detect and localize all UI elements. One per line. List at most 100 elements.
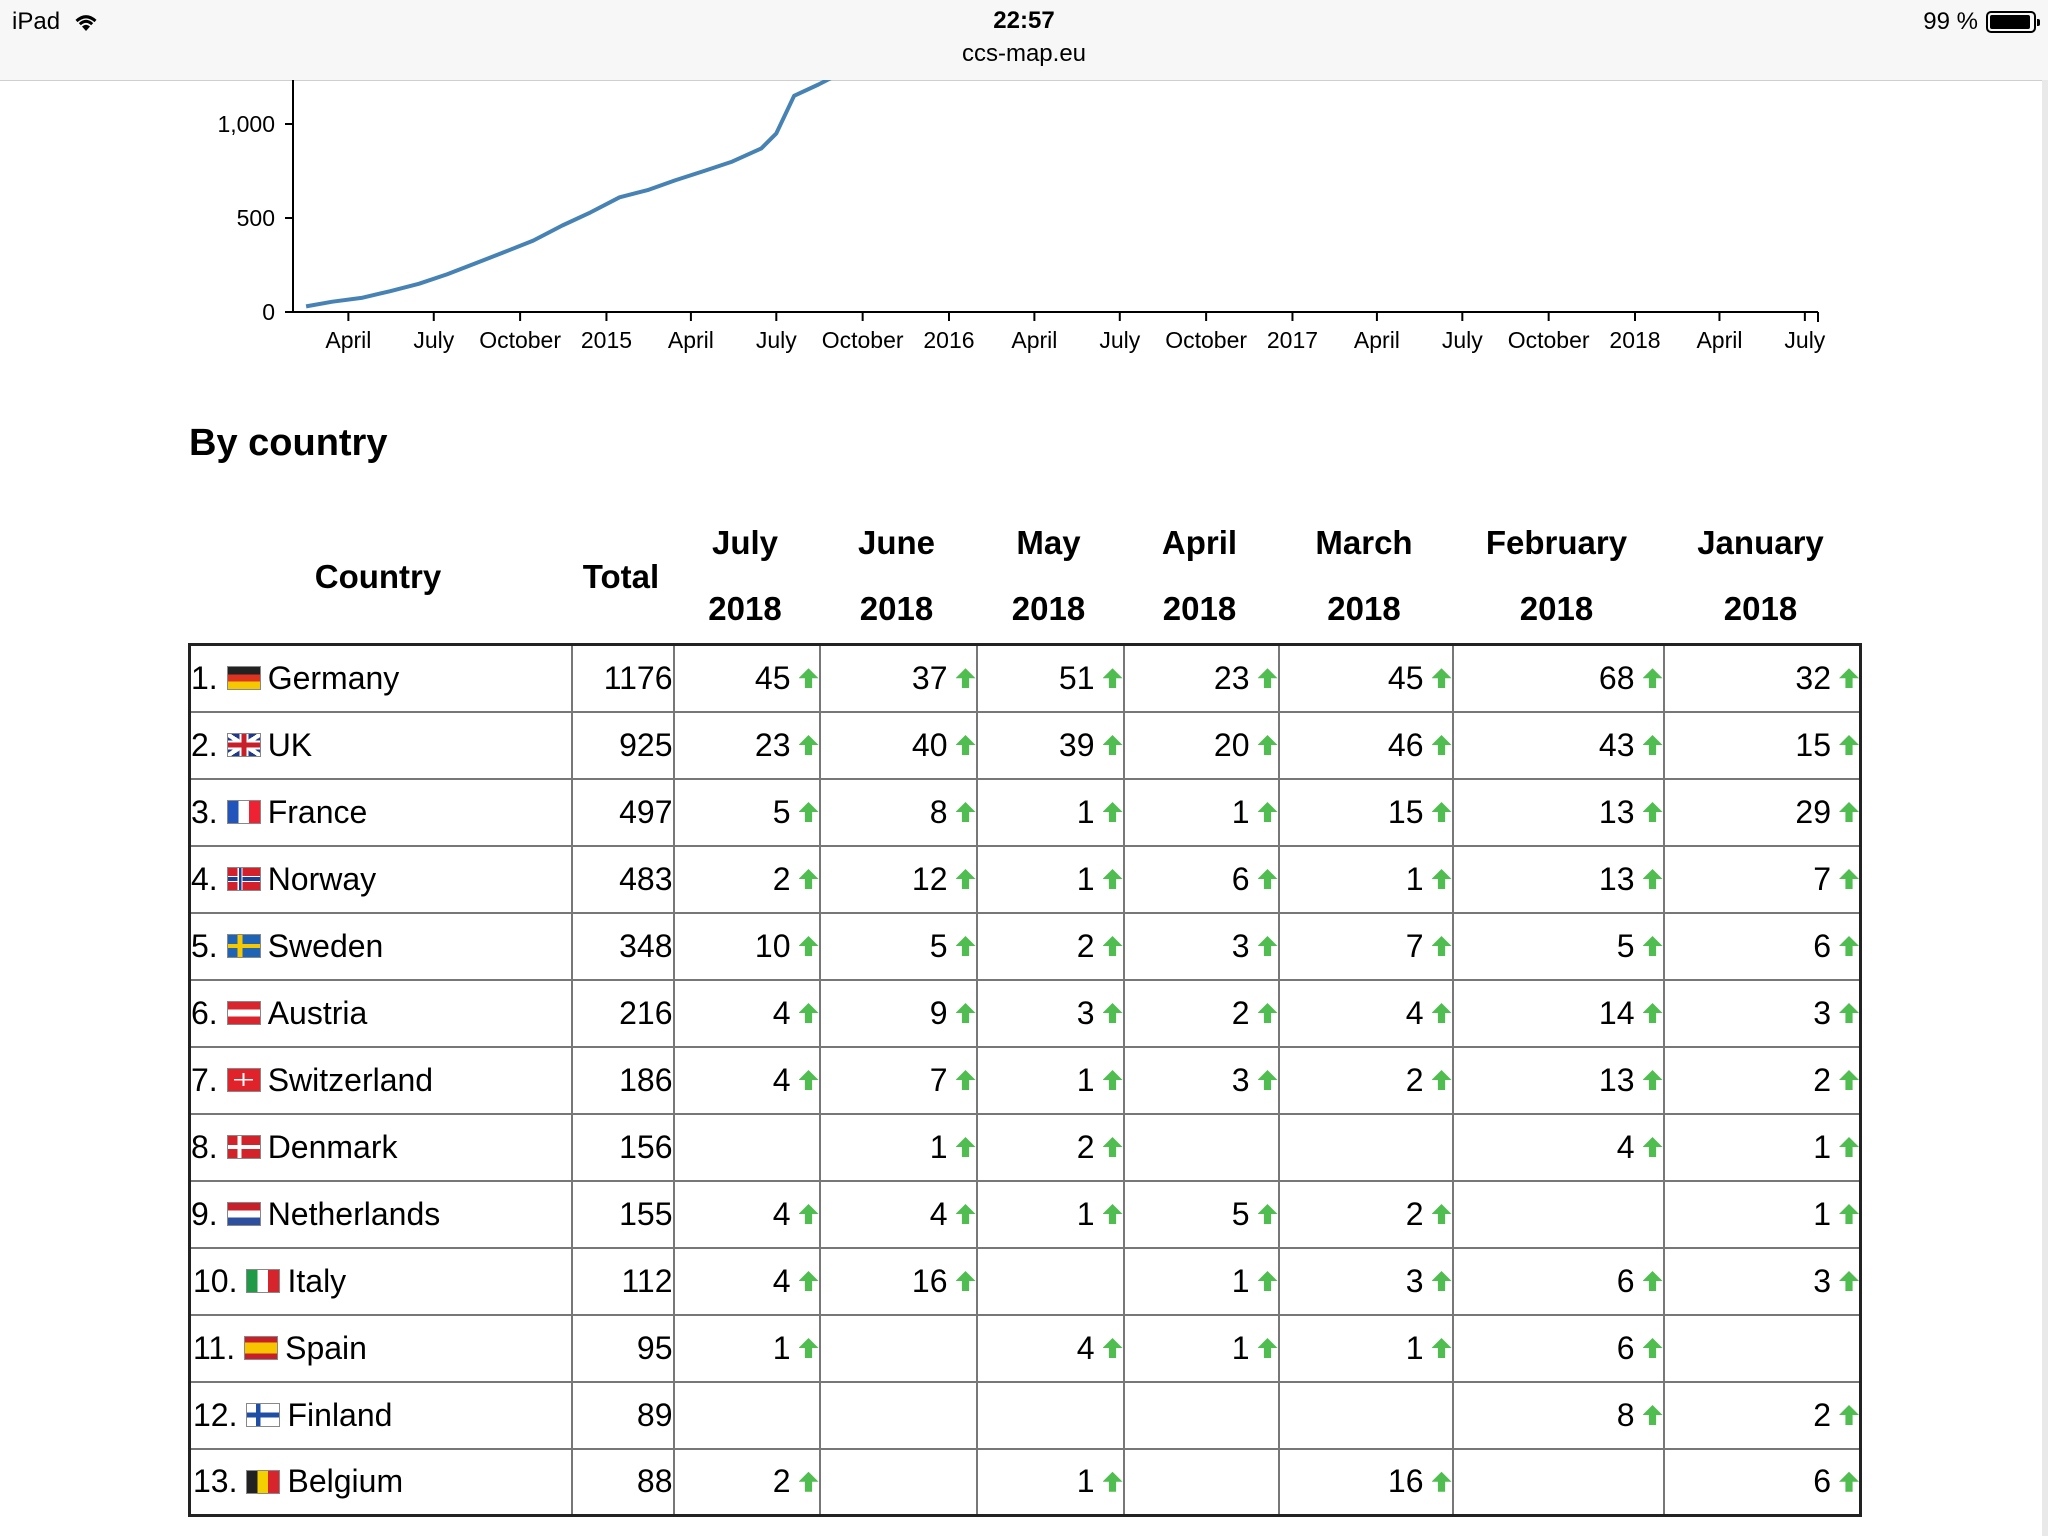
month-cell: 4 — [672, 1179, 821, 1249]
month-cell: 2 — [672, 844, 821, 914]
arrow-up-icon — [955, 1271, 975, 1292]
month-value: 7 — [929, 1061, 948, 1098]
month-cell: 14 — [1451, 978, 1665, 1048]
arrow-up-icon — [1102, 869, 1122, 890]
country-cell: 10. Italy — [188, 1246, 573, 1316]
flag-icon — [227, 1136, 260, 1159]
month-value: 4 — [772, 1262, 791, 1299]
rank: 10. — [193, 1262, 238, 1299]
month-cell: 16 — [818, 1246, 978, 1316]
month-cell: 1 — [975, 1447, 1125, 1517]
month-value: 40 — [911, 726, 948, 763]
flag-icon — [245, 1337, 278, 1360]
table-row: 9. Netherlands 155 4 4 1 5 2 1 — [188, 1179, 1862, 1249]
month-cell: 7 — [1662, 844, 1862, 914]
month-value: 5 — [772, 793, 791, 830]
total-cell: 88 — [570, 1447, 675, 1517]
country-name: Denmark — [267, 1128, 398, 1165]
arrow-up-icon — [1839, 869, 1859, 890]
x-tick-label: October — [1165, 327, 1247, 353]
month-value: 20 — [1213, 726, 1250, 763]
arrow-up-icon — [798, 668, 818, 689]
country-cell: 3. France — [188, 777, 573, 847]
country-cell: 4. Norway — [188, 844, 573, 914]
header-month-name: June — [857, 524, 936, 561]
month-value: 14 — [1598, 994, 1635, 1031]
month-cell — [818, 1313, 978, 1383]
y-axis: 05001,0001,500 — [217, 80, 294, 325]
country-cell: 13. Belgium — [188, 1447, 573, 1517]
total-cell: 156 — [570, 1112, 675, 1182]
arrow-up-icon — [798, 1271, 818, 1292]
rank: 6. — [191, 994, 218, 1031]
month-cell: 40 — [818, 710, 978, 780]
month-cell: 6 — [1662, 911, 1862, 981]
month-value: 45 — [754, 659, 791, 696]
month-cell: 15 — [1277, 777, 1454, 847]
month-value: 1 — [772, 1329, 791, 1366]
arrow-up-icon — [1431, 1338, 1451, 1359]
country-cell: 5. Sweden — [188, 911, 573, 981]
page-scrollbar[interactable] — [2042, 80, 2048, 1536]
month-value: 43 — [1598, 726, 1635, 763]
arrow-up-icon — [1102, 1003, 1122, 1024]
month-value: 1 — [1231, 793, 1250, 830]
month-cell: 4 — [1451, 1112, 1665, 1182]
country-cell: 11. Spain — [188, 1313, 573, 1383]
x-tick-label: April — [668, 327, 714, 353]
month-cell: 45 — [1277, 643, 1454, 713]
status-bar: iPad 22:57 ccs-map.eu 99 % — [0, 0, 2048, 81]
arrow-up-icon — [1431, 1271, 1451, 1292]
rank: 1. — [191, 659, 218, 696]
month-cell: 39 — [975, 710, 1125, 780]
month-cell: 6 — [1662, 1447, 1862, 1517]
month-cell: 2 — [672, 1447, 821, 1517]
x-axis: April July October 2015 April July October 2016… — [293, 311, 1826, 353]
month-cell: 4 — [1277, 978, 1454, 1048]
rank: 2. — [191, 726, 218, 763]
month-value: 2 — [1813, 1396, 1831, 1433]
flag-icon — [227, 935, 260, 958]
month-cell: 2 — [1122, 978, 1280, 1048]
arrow-up-icon — [1102, 1137, 1122, 1158]
month-cell: 51 — [975, 643, 1125, 713]
month-value: 2 — [1405, 1195, 1424, 1232]
x-tick-label: July — [756, 327, 797, 353]
address-bar-url[interactable]: ccs-map.eu — [0, 40, 2048, 68]
month-cell: 3 — [1122, 1045, 1280, 1115]
month-cell: 1 — [975, 1045, 1125, 1115]
x-tick-label: July — [1442, 327, 1483, 353]
header-month: February 2018 — [1451, 524, 1662, 628]
arrow-up-icon — [1102, 1471, 1122, 1492]
arrow-up-icon — [1257, 936, 1277, 957]
month-value: 4 — [772, 994, 791, 1031]
month-value: 23 — [1213, 659, 1250, 696]
header-month-name: April — [1161, 524, 1238, 561]
month-value: 8 — [929, 793, 948, 830]
month-value: 2 — [772, 1463, 791, 1500]
month-cell: 4 — [975, 1313, 1125, 1383]
month-cell — [1122, 1380, 1280, 1450]
month-cell: 23 — [672, 710, 821, 780]
header-month-year: 2018 — [708, 590, 782, 627]
month-value: 68 — [1598, 659, 1635, 696]
month-value: 3 — [1405, 1262, 1424, 1299]
arrow-up-icon — [1431, 1070, 1451, 1091]
total-cell: 186 — [570, 1045, 675, 1115]
country-cell: 12. Finland — [188, 1380, 573, 1450]
header-month: April 2018 — [1122, 524, 1277, 628]
month-value: 2 — [1405, 1061, 1424, 1098]
header-total: Total — [570, 558, 672, 596]
arrow-up-icon — [1257, 1204, 1277, 1225]
month-cell: 12 — [818, 844, 978, 914]
month-cell: 4 — [672, 1045, 821, 1115]
month-cell: 4 — [672, 978, 821, 1048]
month-cell: 6 — [1451, 1246, 1665, 1316]
month-value: 2 — [1813, 1061, 1831, 1098]
rank: 13. — [193, 1463, 238, 1500]
arrow-up-icon — [1839, 1471, 1859, 1492]
month-value: 3 — [1813, 994, 1831, 1031]
arrow-up-icon — [798, 1070, 818, 1091]
flag-icon — [227, 801, 260, 824]
country-name: Spain — [285, 1329, 367, 1366]
